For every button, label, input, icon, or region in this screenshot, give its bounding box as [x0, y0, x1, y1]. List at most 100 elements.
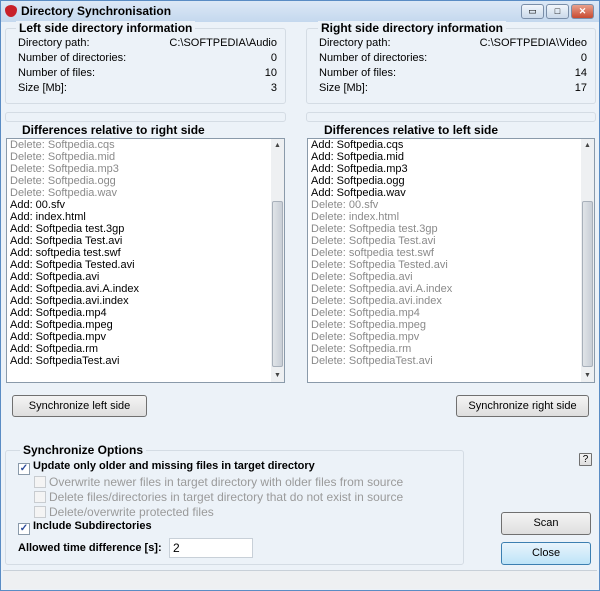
info-row: Size [Mb]: 3	[18, 82, 277, 96]
overwrite-newer-label: Overwrite newer files in target director…	[49, 475, 404, 489]
list-item[interactable]: Delete: index.html	[308, 211, 594, 223]
minimize-button[interactable]: ▭	[521, 4, 544, 19]
checkbox-icon	[34, 476, 46, 488]
right-info-group: Right side directory information Directo…	[306, 21, 596, 104]
info-row: Number of directories: 0	[319, 52, 587, 66]
list-item[interactable]: Add: Softpedia.mid	[308, 151, 594, 163]
list-item[interactable]: Add: Softpedia.cqs	[308, 139, 594, 151]
list-item[interactable]: Delete: softpedia test.swf	[308, 247, 594, 259]
info-value: 0	[270, 52, 277, 64]
delete-missing-checkbox[interactable]: Delete files/directories in target direc…	[34, 490, 403, 504]
list-item[interactable]: Delete: Softpedia.avi.index	[308, 295, 594, 307]
synchronize-left-button[interactable]: Synchronize left side	[12, 395, 147, 417]
scroll-thumb[interactable]	[272, 201, 283, 367]
list-item[interactable]: Delete: Softpedia.avi	[308, 271, 594, 283]
list-item[interactable]: Delete: Softpedia.mp4	[308, 307, 594, 319]
right-info-title: Right side directory information	[318, 21, 507, 35]
synchronize-right-button[interactable]: Synchronize right side	[456, 395, 589, 417]
info-value: C:\SOFTPEDIA\Video	[479, 37, 587, 49]
time-diff-label: Allowed time difference [s]:	[18, 542, 162, 554]
list-item[interactable]: Delete: Softpedia.mpv	[308, 331, 594, 343]
list-item[interactable]: Add: Softpedia.avi.index	[7, 295, 284, 307]
title-bar: Directory Synchronisation ▭ □ ✕	[1, 1, 599, 22]
scroll-up-icon[interactable]: ▲	[581, 139, 594, 152]
right-progress-bar	[306, 112, 596, 122]
close-window-button[interactable]: ✕	[571, 4, 594, 19]
list-item[interactable]: Add: Softpedia.avi	[7, 271, 284, 283]
info-value: 0	[580, 52, 587, 64]
list-item[interactable]: Add: Softpedia test.3gp	[7, 223, 284, 235]
left-progress-bar	[5, 112, 286, 122]
info-row: Number of files: 10	[18, 67, 277, 81]
info-label: Size [Mb]:	[18, 82, 67, 94]
list-item[interactable]: Add: 00.sfv	[7, 199, 284, 211]
list-item[interactable]: Delete: Softpedia.avi.A.index	[308, 283, 594, 295]
list-item[interactable]: Add: Softpedia.mpeg	[7, 319, 284, 331]
scroll-down-icon[interactable]: ▼	[581, 369, 594, 382]
right-differences-list[interactable]: ▲ ▼ Add: Softpedia.cqs Add: Softpedia.mid A…	[307, 138, 595, 383]
list-item[interactable]: Delete: Softpedia.ogg	[7, 175, 284, 187]
list-item[interactable]: Delete: Softpedia.mid	[7, 151, 284, 163]
scroll-up-icon[interactable]: ▲	[271, 139, 284, 152]
list-item[interactable]: Add: Softpedia.mp3	[308, 163, 594, 175]
info-row: Directory path: C:\SOFTPEDIA\Audio	[18, 37, 277, 51]
include-subdirs-checkbox[interactable]: ✓ Include Subdirectories	[18, 520, 152, 535]
app-logo-icon	[5, 5, 17, 17]
delete-protected-checkbox[interactable]: Delete/overwrite protected files	[34, 505, 214, 519]
list-item[interactable]: Delete: Softpedia test.3gp	[308, 223, 594, 235]
list-item[interactable]: Add: Softpedia.ogg	[308, 175, 594, 187]
directory-sync-window: Directory Synchronisation ▭ □ ✕ Left sid…	[0, 0, 600, 591]
list-item[interactable]: Delete: 00.sfv	[308, 199, 594, 211]
window-title: Directory Synchronisation	[21, 4, 172, 18]
help-button[interactable]: ?	[579, 453, 592, 466]
checkbox-checked-icon: ✓	[18, 463, 30, 475]
update-only-checkbox[interactable]: ✓ Update only older and missing files in …	[18, 460, 315, 475]
update-only-label: Update only older and missing files in t…	[33, 460, 315, 472]
left-list-scrollbar[interactable]: ▲ ▼	[271, 139, 284, 382]
list-item[interactable]: Delete: Softpedia.cqs	[7, 139, 284, 151]
list-item[interactable]: Add: Softpedia.rm	[7, 343, 284, 355]
scroll-down-icon[interactable]: ▼	[271, 369, 284, 382]
info-value: 3	[270, 82, 277, 94]
right-list-scrollbar[interactable]: ▲ ▼	[581, 139, 594, 382]
list-item[interactable]: Delete: Softpedia Test.avi	[308, 235, 594, 247]
info-row: Number of files: 14	[319, 67, 587, 81]
scan-button[interactable]: Scan	[501, 512, 591, 535]
overwrite-newer-checkbox[interactable]: Overwrite newer files in target director…	[34, 475, 403, 489]
right-diff-title: Differences relative to left side	[321, 123, 502, 137]
close-button[interactable]: Close	[501, 542, 591, 565]
info-value: 10	[264, 67, 277, 79]
info-label: Size [Mb]:	[319, 82, 368, 94]
info-label: Number of files:	[18, 67, 96, 79]
delete-missing-label: Delete files/directories in target direc…	[49, 490, 404, 504]
list-item[interactable]: Add: SoftpediaTest.avi	[7, 355, 284, 367]
time-diff-input[interactable]	[169, 538, 253, 558]
info-value: 14	[574, 67, 587, 79]
list-item[interactable]: Delete: Softpedia Tested.avi	[308, 259, 594, 271]
delete-protected-label: Delete/overwrite protected files	[49, 505, 214, 519]
list-item[interactable]: Add: Softpedia Test.avi	[7, 235, 284, 247]
info-label: Number of files:	[319, 67, 397, 79]
list-item[interactable]: Delete: Softpedia.wav	[7, 187, 284, 199]
list-item[interactable]: Add: Softpedia.avi.A.index	[7, 283, 284, 295]
list-item[interactable]: Add: Softpedia.mp4	[7, 307, 284, 319]
info-label: Directory path:	[319, 37, 391, 49]
list-item[interactable]: Delete: Softpedia.rm	[308, 343, 594, 355]
list-item[interactable]: Add: Softpedia.wav	[308, 187, 594, 199]
list-item[interactable]: Delete: SoftpediaTest.avi	[308, 355, 594, 367]
left-info-group: Left side directory information Director…	[5, 21, 286, 104]
list-item[interactable]: Delete: Softpedia.mp3	[7, 163, 284, 175]
info-row: Size [Mb]: 17	[319, 82, 587, 96]
list-item[interactable]: Add: index.html	[7, 211, 284, 223]
maximize-button[interactable]: □	[546, 4, 569, 19]
list-item[interactable]: Add: Softpedia Tested.avi	[7, 259, 284, 271]
list-item[interactable]: Add: Softpedia.mpv	[7, 331, 284, 343]
list-item[interactable]: Delete: Softpedia.mpeg	[308, 319, 594, 331]
info-value: C:\SOFTPEDIA\Audio	[169, 37, 277, 49]
left-info-title: Left side directory information	[16, 21, 196, 35]
info-row: Number of directories: 0	[18, 52, 277, 66]
include-subdirs-label: Include Subdirectories	[33, 520, 152, 532]
left-differences-list[interactable]: ▲ ▼ Delete: Softpedia.cqs Delete: Softpedi…	[6, 138, 285, 383]
scroll-thumb[interactable]	[582, 201, 593, 367]
list-item[interactable]: Add: softpedia test.swf	[7, 247, 284, 259]
